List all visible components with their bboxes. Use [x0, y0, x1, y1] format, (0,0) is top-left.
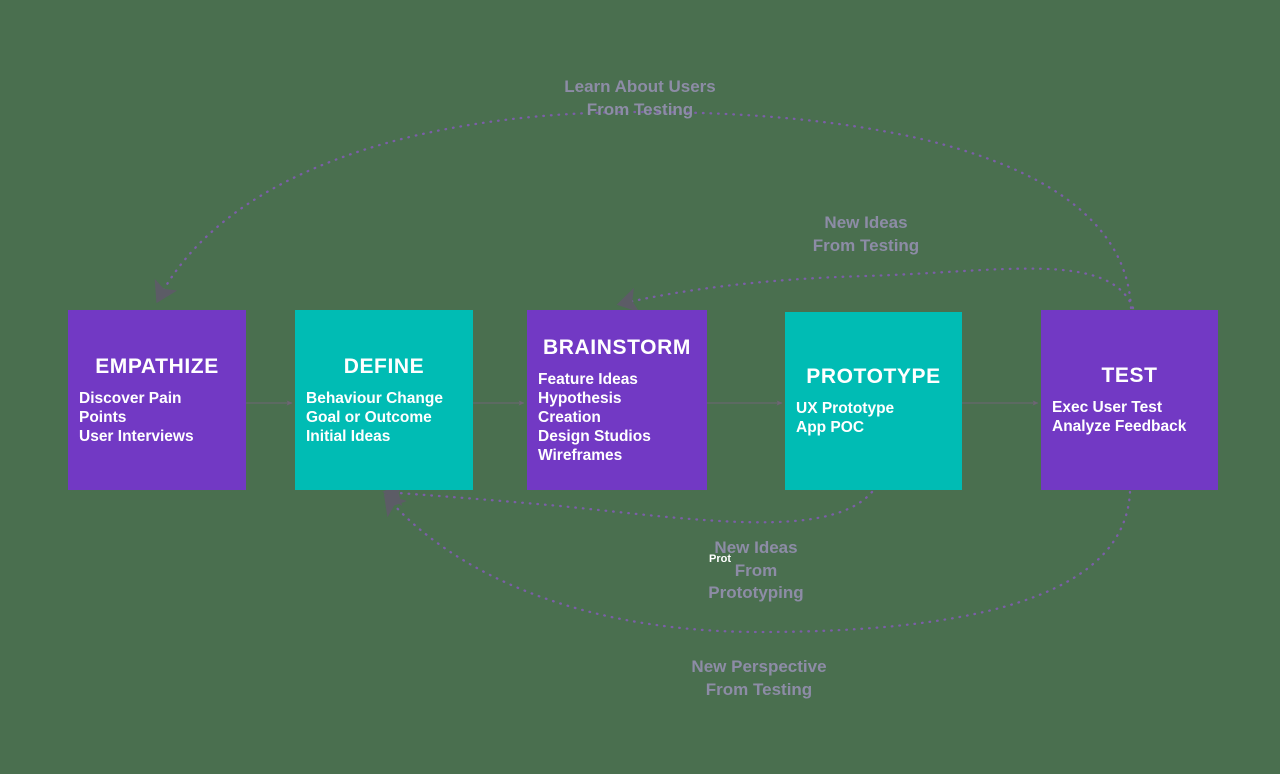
stage-brainstorm[interactable]: BRAINSTORM Feature Ideas Hypothesis Crea…	[527, 310, 707, 490]
feedback-label-new-ideas-from-testing: New Ideas From Testing	[812, 213, 920, 255]
stage-item: Exec User Test	[1052, 399, 1162, 416]
stage-title: PROTOTYPE	[806, 365, 941, 388]
loop-prototype-to-define	[382, 480, 874, 524]
stage-item: Analyze Feedback	[1052, 418, 1187, 435]
loop-test-to-brainstorm	[616, 267, 1135, 313]
loop-test-to-empathize	[154, 110, 1133, 310]
stage-item: UX Prototype	[796, 400, 895, 417]
stage-item: Creation	[538, 408, 601, 426]
stage-empathize[interactable]: EMPATHIZE Discover Pain Points User Inte…	[68, 310, 246, 490]
stage-items: UX Prototype App POC	[796, 399, 951, 437]
stage-title: BRAINSTORM	[543, 335, 691, 359]
stage-item: Wireframes	[538, 446, 623, 464]
feedback-label-learn-about-users: Learn About Users From Testing	[564, 77, 716, 119]
stage-item: Design Studios	[538, 427, 651, 445]
stage-item: App POC	[796, 419, 865, 436]
stage-item: Goal or Outcome	[306, 408, 432, 426]
stage-item: Initial Ideas	[306, 427, 391, 445]
stage-items: Exec User Test Analyze Feedback	[1052, 398, 1207, 436]
feedback-label-new-ideas-from-prototyping: New Ideas From Prototyping	[708, 538, 804, 602]
stage-test[interactable]: TEST Exec User Test Analyze Feedback	[1041, 310, 1218, 490]
stage-title: DEFINE	[343, 354, 425, 378]
stage-items: Discover Pain Points User Interviews	[79, 389, 235, 446]
stage-define[interactable]: DEFINE Behaviour Change Goal or Outcome …	[295, 310, 473, 490]
feedback-label-new-perspective-from-testing: New Perspective From Testing	[691, 657, 827, 699]
stage-item: Behaviour Change	[306, 389, 443, 407]
stage-item: Discover Pain	[79, 389, 182, 407]
stage-title: EMPATHIZE	[95, 354, 219, 378]
stage-items: Feature Ideas Hypothesis Creation Design…	[538, 370, 696, 465]
diagram-canvas: EMPATHIZE Discover Pain Points User Inte…	[0, 0, 1280, 774]
stage-items: Behaviour Change Goal or Outcome Initial…	[306, 389, 462, 446]
stage-item: Points	[79, 408, 127, 426]
stage-item: Hypothesis	[538, 389, 622, 407]
stage-item: Feature Ideas	[538, 370, 638, 388]
stage-item: User Interviews	[79, 427, 194, 445]
stage-prototype[interactable]: PROTOTYPE UX Prototype App POC	[785, 312, 962, 490]
stage-title: TEST	[1101, 364, 1158, 387]
